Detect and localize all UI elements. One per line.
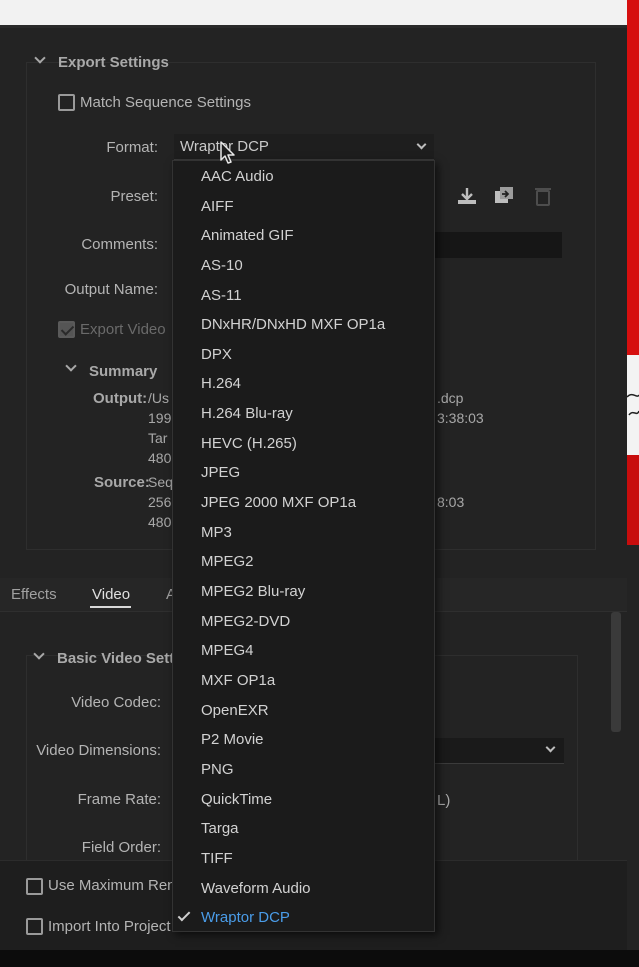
output-line: 480 [148, 450, 172, 466]
source-line: Seq [148, 474, 173, 490]
bottom-edge [0, 950, 639, 967]
format-option[interactable]: JPEG [201, 464, 240, 493]
match-sequence-checkbox[interactable] [58, 94, 75, 111]
match-sequence-label[interactable]: Match Sequence Settings [80, 94, 251, 111]
video-codec-label: Video Codec: [71, 694, 161, 711]
output-label: Output: [93, 390, 148, 407]
active-tab-indicator [90, 606, 131, 608]
output-line-tail: 3:38:03 [437, 410, 484, 426]
summary-title[interactable]: Summary [89, 363, 157, 380]
format-option[interactable]: QuickTime [201, 791, 272, 820]
format-dropdown-list: AAC Audio AIFF Animated GIF AS-10 AS-11 … [172, 160, 435, 932]
format-option[interactable]: Animated GIF [201, 227, 294, 256]
preset-label: Preset: [110, 188, 158, 205]
format-option[interactable]: PNG [201, 761, 234, 790]
format-option[interactable]: AS-11 [201, 287, 242, 316]
format-option[interactable]: MPEG2 Blu-ray [201, 583, 305, 612]
format-option[interactable]: MP3 [201, 524, 232, 553]
frame-rate-value-tail: L) [437, 792, 451, 809]
format-option[interactable]: MXF OP1a [201, 672, 275, 701]
comments-field[interactable] [434, 232, 562, 258]
scrollbar[interactable] [611, 612, 621, 732]
format-option-selected[interactable]: Wraptor DCP [201, 909, 290, 938]
background-red-region [627, 0, 639, 355]
source-label: Source: [94, 474, 150, 491]
output-line-tail: .dcp [437, 390, 464, 406]
format-option[interactable]: MPEG4 [201, 642, 254, 671]
format-option[interactable]: H.264 Blu-ray [201, 405, 293, 434]
format-option[interactable]: MPEG2-DVD [201, 613, 290, 642]
tab-video[interactable]: Video [92, 586, 130, 603]
background-stroke [627, 393, 639, 416]
frame-rate-label: Frame Rate: [77, 791, 161, 808]
checkmark-icon [177, 908, 191, 922]
tab-effects[interactable]: Effects [11, 586, 57, 603]
export-video-label[interactable]: Export Video [80, 321, 166, 338]
import-preset-icon[interactable] [456, 185, 478, 207]
format-option[interactable]: Waveform Audio [201, 880, 311, 909]
format-option[interactable]: DNxHR/DNxHD MXF OP1a [201, 316, 385, 345]
mouse-pointer-icon [220, 141, 235, 164]
format-option[interactable]: HEVC (H.265) [201, 435, 297, 464]
source-line: 256 [148, 494, 172, 510]
background-red-region-2 [627, 455, 639, 545]
export-video-checkbox[interactable] [58, 321, 75, 338]
format-option[interactable]: AS-10 [201, 257, 243, 286]
format-option[interactable]: H.264 [201, 375, 241, 404]
use-maximum-render-checkbox[interactable] [26, 878, 43, 895]
format-option[interactable]: AIFF [201, 198, 234, 227]
output-line: 199 [148, 410, 172, 426]
chevron-down-icon [545, 742, 556, 753]
format-select[interactable]: Wraptor DCP [174, 134, 434, 160]
import-into-project-checkbox[interactable] [26, 918, 43, 935]
format-option[interactable]: JPEG 2000 MXF OP1a [201, 494, 356, 523]
source-line: 480 [148, 514, 172, 530]
save-preset-icon[interactable] [493, 185, 515, 207]
export-settings-title[interactable]: Export Settings [58, 54, 169, 71]
comments-label: Comments: [81, 236, 158, 253]
video-dimensions-select[interactable] [434, 738, 564, 764]
format-label: Format: [106, 139, 158, 156]
field-order-label: Field Order: [81, 839, 161, 856]
delete-preset-icon[interactable] [532, 185, 554, 207]
chevron-down-icon [416, 139, 427, 150]
format-option[interactable]: OpenEXR [201, 702, 269, 731]
output-name-label: Output Name: [64, 281, 158, 298]
output-line: Tar [148, 430, 168, 446]
format-option[interactable]: DPX [201, 346, 232, 375]
basic-video-settings-title[interactable]: Basic Video Setti [57, 650, 178, 667]
background-dark-region [627, 545, 639, 967]
format-option[interactable]: TIFF [201, 850, 233, 879]
source-line-tail: 8:03 [437, 494, 465, 510]
format-option[interactable]: AAC Audio [201, 168, 274, 197]
video-dimensions-label: Video Dimensions: [36, 742, 161, 759]
format-option[interactable]: MPEG2 [201, 553, 254, 582]
title-bar [0, 0, 627, 25]
format-option[interactable]: Targa [201, 820, 239, 849]
use-maximum-render-label[interactable]: Use Maximum Ren [48, 877, 176, 894]
format-option[interactable]: P2 Movie [201, 731, 264, 760]
import-into-project-label[interactable]: Import Into Project [48, 918, 171, 935]
output-line: /Us [148, 390, 169, 406]
